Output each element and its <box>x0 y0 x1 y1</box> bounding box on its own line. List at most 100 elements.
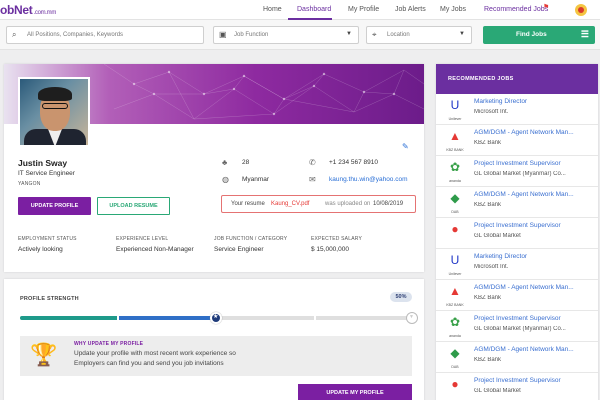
kbz-logo: ▲ KBZ BANK <box>444 284 466 307</box>
job-company: GL Global Market <box>474 233 521 239</box>
globe-icon: ◍ <box>222 175 229 184</box>
location-select[interactable]: ⌖ Location ▼ <box>366 26 472 44</box>
recommended-job-item[interactable]: U Unilever Marketing Director Microsoft Int… <box>436 94 598 125</box>
profile-title: IT Service Engineer <box>18 170 75 177</box>
briefcase-icon: ▣ <box>219 30 227 39</box>
ananda-logo: ✿ ananda <box>444 315 466 338</box>
company-logo-caption: ananda <box>449 334 461 338</box>
progress-star-marker <box>210 312 222 324</box>
experience-level-value: Experienced Non-Manager <box>116 246 194 253</box>
dab-logo: ◆ DAB <box>444 346 466 369</box>
menu-icon: ☰ <box>580 29 589 39</box>
company-logo-caption: ananda <box>449 179 461 183</box>
recommended-job-item[interactable]: ● Project Investment Supervisor GL Global … <box>436 373 598 400</box>
mail-icon: ✉ <box>309 175 316 184</box>
gl-logo: ● <box>451 377 459 391</box>
job-company: Microsoft Int. <box>474 264 509 270</box>
job-title-link[interactable]: Project Investment Supervisor <box>474 160 594 167</box>
gl-logo: ● <box>451 222 459 236</box>
company-logo-caption: Unilever <box>448 117 462 121</box>
top-navbar: obNet.com.mm Home Dashboard My Profile J… <box>0 0 600 20</box>
upload-resume-button[interactable]: UPLOAD RESUME <box>97 197 170 215</box>
update-profile-button[interactable]: UPDATE PROFILE <box>18 197 91 215</box>
recommended-job-item[interactable]: U Unilever Marketing Director Microsoft Int… <box>436 249 598 280</box>
company-logo-caption: Unilever <box>448 272 462 276</box>
recommended-job-item[interactable]: ▲ KBZ BANK AGM/DGM - Agent Network Man... K… <box>436 280 598 311</box>
tip-heading: WHY UPDATE MY PROFILE <box>74 341 144 347</box>
ananda-logo: ✿ ananda <box>444 160 466 183</box>
job-title-link[interactable]: AGM/DGM - Agent Network Man... <box>474 284 594 291</box>
update-my-profile-button[interactable]: UPDATE MY PROFILE <box>298 384 412 400</box>
job-function-select[interactable]: ▣ Job Function ▼ <box>213 26 359 44</box>
dab-logo: ◆ DAB <box>444 191 466 214</box>
expected-salary-label: EXPECTED SALARY <box>311 236 362 242</box>
experience-level-label: EXPERIENCE LEVEL <box>116 236 169 242</box>
recommended-job-item[interactable]: ✿ ananda Project Investment Supervisor GL G… <box>436 156 598 187</box>
email-link[interactable]: kaung.thu.win@yahoo.com <box>329 176 408 183</box>
job-title-link[interactable]: AGM/DGM - Agent Network Man... <box>474 191 594 198</box>
cake-icon: ♣ <box>222 158 228 167</box>
job-function-value: Service Engineer <box>214 246 264 253</box>
recommended-jobs-panel: RECOMMENDED JOBS U Unilever Marketing Dire… <box>436 64 598 400</box>
company-logo-caption: DAB <box>451 365 459 369</box>
nav-home[interactable]: Home <box>263 6 282 13</box>
user-avatar[interactable] <box>575 4 587 16</box>
tip-text-line: Update your profile with most recent wor… <box>74 350 236 357</box>
profile-strength-card: PROFILE STRENGTH 50% 🏆 WHY UPDATE MY PRO… <box>4 279 424 400</box>
phone-value: +1 234 567 8910 <box>329 159 378 166</box>
nav-recommended-jobs[interactable]: Recommended Jobs <box>484 6 548 13</box>
job-title-link[interactable]: Marketing Director <box>474 98 594 105</box>
profile-name: Justin Sway <box>18 158 68 168</box>
job-function-label: JOB FUNCTION / CATEGORY <box>214 236 288 242</box>
trophy-icon: 🏆 <box>30 342 58 367</box>
job-company: Microsoft Int. <box>474 109 509 115</box>
job-company: KBZ Bank <box>474 357 502 363</box>
strength-percent-badge: 50% <box>390 292 412 302</box>
chevron-down-icon: ▼ <box>346 31 352 37</box>
nav-job-alerts[interactable]: Job Alerts <box>395 6 426 13</box>
recommended-job-item[interactable]: ● Project Investment Supervisor GL Global … <box>436 218 598 249</box>
chevron-down-icon: ▼ <box>459 31 465 37</box>
company-logo-caption: KBZ BANK <box>446 148 464 152</box>
nav-dashboard[interactable]: Dashboard <box>297 6 331 13</box>
recommended-jobs-header: RECOMMENDED JOBS <box>436 64 598 94</box>
job-title-link[interactable]: Project Investment Supervisor <box>474 222 594 229</box>
job-company: KBZ Bank <box>474 140 502 146</box>
find-jobs-button[interactable]: Find Jobs ☰ <box>483 26 595 44</box>
job-title-link[interactable]: Project Investment Supervisor <box>474 315 594 322</box>
profile-photo <box>18 77 90 147</box>
job-company: KBZ Bank <box>474 295 502 301</box>
recommended-job-item[interactable]: ▲ KBZ BANK AGM/DGM - Agent Network Man... K… <box>436 125 598 156</box>
search-bar: ⌕ All Positions, Companies, Keywords ▣ J… <box>0 20 600 50</box>
keyword-search-input[interactable]: ⌕ All Positions, Companies, Keywords <box>6 26 204 44</box>
company-logo-caption: KBZ BANK <box>446 303 464 307</box>
kbz-logo: ▲ KBZ BANK <box>444 129 466 152</box>
employment-status-label: EMPLOYMENT STATUS <box>18 236 77 242</box>
unilever-logo: U Unilever <box>444 253 466 276</box>
nationality-value: Myanmar <box>242 176 270 183</box>
age-value: 28 <box>242 159 250 166</box>
jobnet-logo[interactable]: obNet.com.mm <box>0 3 56 17</box>
nav-my-jobs[interactable]: My Jobs <box>440 6 466 13</box>
job-title-link[interactable]: AGM/DGM - Agent Network Man... <box>474 346 594 353</box>
company-logo-caption: DAB <box>451 210 459 214</box>
job-company: KBZ Bank <box>474 202 502 208</box>
job-title-link[interactable]: Marketing Director <box>474 253 594 260</box>
recommended-job-item[interactable]: ◆ DAB AGM/DGM - Agent Network Man... KBZ Ba… <box>436 342 598 373</box>
unilever-logo: U Unilever <box>444 98 466 121</box>
search-icon: ⌕ <box>12 30 17 39</box>
job-title-link[interactable]: AGM/DGM - Agent Network Man... <box>474 129 594 136</box>
profile-tip-box: 🏆 WHY UPDATE MY PROFILE Update your prof… <box>20 336 412 376</box>
nav-my-profile[interactable]: My Profile <box>348 6 379 13</box>
job-company: GL Global Market (Myanmar) Co... <box>474 171 566 177</box>
profile-location: YANGON <box>18 181 41 187</box>
job-title-link[interactable]: Project Investment Supervisor <box>474 377 594 384</box>
edit-pencil-icon[interactable]: ✎ <box>402 142 409 151</box>
recommended-job-item[interactable]: ✿ ananda Project Investment Supervisor GL G… <box>436 311 598 342</box>
profile-card: Justin Sway IT Service Engineer YANGON ✎… <box>4 64 424 272</box>
expected-salary-value: $ 15,000,000 <box>311 246 349 253</box>
recommended-job-item[interactable]: ◆ DAB AGM/DGM - Agent Network Man... KBZ Ba… <box>436 187 598 218</box>
employment-status-value: Actively looking <box>18 246 63 253</box>
flag-icon: ⚑ <box>543 4 550 11</box>
resume-file-link[interactable]: Kaung_CV.pdf <box>271 201 309 207</box>
